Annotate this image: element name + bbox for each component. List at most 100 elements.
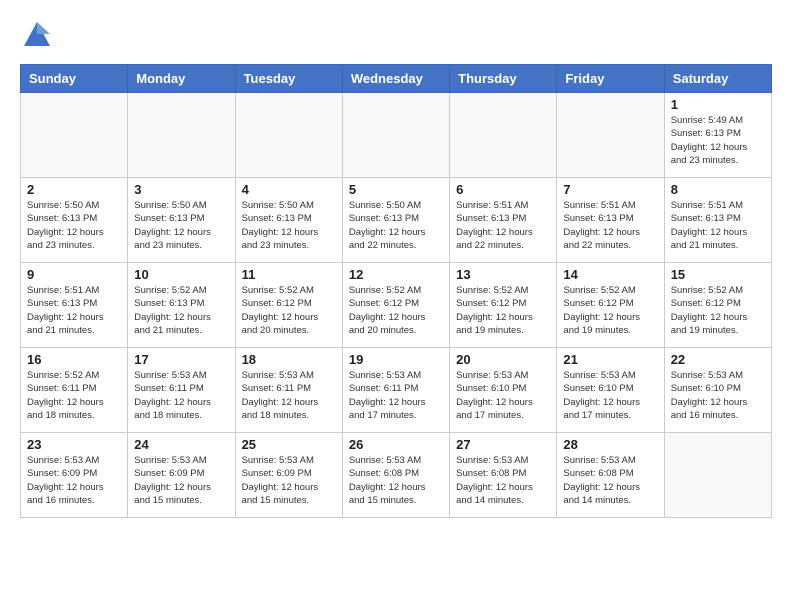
calendar-cell: 9 Sunrise: 5:51 AMSunset: 6:13 PMDaylight… <box>21 263 128 348</box>
week-row-4: 16 Sunrise: 5:52 AMSunset: 6:11 PMDayligh… <box>21 348 772 433</box>
calendar-cell: 6Sunrise: 5:51 AMSunset: 6:13 PMDaylight… <box>450 178 557 263</box>
weekday-header-saturday: Saturday <box>664 65 771 93</box>
day-number: 16 <box>27 352 121 367</box>
calendar-cell: 24 Sunrise: 5:53 AMSunset: 6:09 PMDayligh… <box>128 433 235 518</box>
weekday-header-sunday: Sunday <box>21 65 128 93</box>
day-info: Sunrise: 5:51 AMSunset: 6:13 PMDaylight:… <box>456 199 550 252</box>
weekday-header-tuesday: Tuesday <box>235 65 342 93</box>
calendar-cell: 8 Sunrise: 5:51 AMSunset: 6:13 PMDaylight… <box>664 178 771 263</box>
day-info: Sunrise: 5:52 AMSunset: 6:12 PMDaylight:… <box>563 284 657 337</box>
day-number: 13 <box>456 267 550 282</box>
calendar-cell <box>664 433 771 518</box>
calendar-cell: 26Sunrise: 5:53 AMSunset: 6:08 PMDayligh… <box>342 433 449 518</box>
day-number: 28 <box>563 437 657 452</box>
calendar-cell: 20 Sunrise: 5:53 AMSunset: 6:10 PMDayligh… <box>450 348 557 433</box>
day-info: Sunrise: 5:53 AMSunset: 6:11 PMDaylight:… <box>134 369 228 422</box>
day-number: 18 <box>242 352 336 367</box>
calendar-cell: 5 Sunrise: 5:50 AMSunset: 6:13 PMDaylight… <box>342 178 449 263</box>
calendar-cell: 1 Sunrise: 5:49 AMSunset: 6:13 PMDaylight… <box>664 93 771 178</box>
day-number: 5 <box>349 182 443 197</box>
day-number: 3 <box>134 182 228 197</box>
day-info: Sunrise: 5:52 AMSunset: 6:12 PMDaylight:… <box>242 284 336 337</box>
day-number: 19 <box>349 352 443 367</box>
day-info: Sunrise: 5:50 AMSunset: 6:13 PMDaylight:… <box>242 199 336 252</box>
calendar-cell: 3 Sunrise: 5:50 AMSunset: 6:13 PMDaylight… <box>128 178 235 263</box>
day-number: 27 <box>456 437 550 452</box>
calendar-cell: 27 Sunrise: 5:53 AMSunset: 6:08 PMDayligh… <box>450 433 557 518</box>
calendar-cell: 28 Sunrise: 5:53 AMSunset: 6:08 PMDayligh… <box>557 433 664 518</box>
day-info: Sunrise: 5:51 AMSunset: 6:13 PMDaylight:… <box>671 199 765 252</box>
weekday-header-friday: Friday <box>557 65 664 93</box>
day-info: Sunrise: 5:50 AMSunset: 6:13 PMDaylight:… <box>349 199 443 252</box>
calendar-table: SundayMondayTuesdayWednesdayThursdayFrid… <box>20 64 772 518</box>
day-info: Sunrise: 5:51 AMSunset: 6:13 PMDaylight:… <box>27 284 121 337</box>
calendar-cell: 18 Sunrise: 5:53 AMSunset: 6:11 PMDayligh… <box>235 348 342 433</box>
day-number: 20 <box>456 352 550 367</box>
day-info: Sunrise: 5:53 AMSunset: 6:09 PMDaylight:… <box>242 454 336 507</box>
day-info: Sunrise: 5:53 AMSunset: 6:10 PMDaylight:… <box>563 369 657 422</box>
day-info: Sunrise: 5:52 AMSunset: 6:12 PMDaylight:… <box>349 284 443 337</box>
day-number: 9 <box>27 267 121 282</box>
day-info: Sunrise: 5:53 AMSunset: 6:10 PMDaylight:… <box>671 369 765 422</box>
calendar-cell: 14 Sunrise: 5:52 AMSunset: 6:12 PMDayligh… <box>557 263 664 348</box>
day-number: 24 <box>134 437 228 452</box>
calendar-cell: 10 Sunrise: 5:52 AMSunset: 6:13 PMDayligh… <box>128 263 235 348</box>
day-info: Sunrise: 5:52 AMSunset: 6:13 PMDaylight:… <box>134 284 228 337</box>
day-info: Sunrise: 5:53 AMSunset: 6:10 PMDaylight:… <box>456 369 550 422</box>
calendar-cell <box>128 93 235 178</box>
calendar-cell <box>557 93 664 178</box>
day-info: Sunrise: 5:52 AMSunset: 6:12 PMDaylight:… <box>456 284 550 337</box>
week-row-1: 1 Sunrise: 5:49 AMSunset: 6:13 PMDaylight… <box>21 93 772 178</box>
calendar-cell: 22 Sunrise: 5:53 AMSunset: 6:10 PMDayligh… <box>664 348 771 433</box>
day-info: Sunrise: 5:49 AMSunset: 6:13 PMDaylight:… <box>671 114 765 167</box>
day-info: Sunrise: 5:52 AMSunset: 6:12 PMDaylight:… <box>671 284 765 337</box>
day-info: Sunrise: 5:52 AMSunset: 6:11 PMDaylight:… <box>27 369 121 422</box>
calendar-cell: 2Sunrise: 5:50 AMSunset: 6:13 PMDaylight… <box>21 178 128 263</box>
day-number: 22 <box>671 352 765 367</box>
day-number: 23 <box>27 437 121 452</box>
calendar-cell: 16 Sunrise: 5:52 AMSunset: 6:11 PMDayligh… <box>21 348 128 433</box>
day-number: 14 <box>563 267 657 282</box>
calendar-cell: 17Sunrise: 5:53 AMSunset: 6:11 PMDayligh… <box>128 348 235 433</box>
calendar-cell: 12 Sunrise: 5:52 AMSunset: 6:12 PMDayligh… <box>342 263 449 348</box>
calendar-cell: 13 Sunrise: 5:52 AMSunset: 6:12 PMDayligh… <box>450 263 557 348</box>
day-number: 11 <box>242 267 336 282</box>
day-info: Sunrise: 5:53 AMSunset: 6:11 PMDaylight:… <box>349 369 443 422</box>
week-row-5: 23 Sunrise: 5:53 AMSunset: 6:09 PMDayligh… <box>21 433 772 518</box>
day-number: 8 <box>671 182 765 197</box>
day-number: 12 <box>349 267 443 282</box>
weekday-header-monday: Monday <box>128 65 235 93</box>
day-info: Sunrise: 5:53 AMSunset: 6:08 PMDaylight:… <box>563 454 657 507</box>
day-info: Sunrise: 5:50 AMSunset: 6:13 PMDaylight:… <box>134 199 228 252</box>
day-info: Sunrise: 5:53 AMSunset: 6:11 PMDaylight:… <box>242 369 336 422</box>
logo-icon <box>22 20 52 48</box>
calendar-cell <box>235 93 342 178</box>
calendar-cell <box>450 93 557 178</box>
calendar-cell: 11 Sunrise: 5:52 AMSunset: 6:12 PMDayligh… <box>235 263 342 348</box>
week-row-3: 9 Sunrise: 5:51 AMSunset: 6:13 PMDaylight… <box>21 263 772 348</box>
day-number: 25 <box>242 437 336 452</box>
day-info: Sunrise: 5:53 AMSunset: 6:08 PMDaylight:… <box>349 454 443 507</box>
day-number: 4 <box>242 182 336 197</box>
calendar-cell <box>21 93 128 178</box>
day-number: 1 <box>671 97 765 112</box>
week-row-2: 2Sunrise: 5:50 AMSunset: 6:13 PMDaylight… <box>21 178 772 263</box>
day-number: 10 <box>134 267 228 282</box>
day-number: 21 <box>563 352 657 367</box>
logo <box>20 20 54 54</box>
weekday-header-thursday: Thursday <box>450 65 557 93</box>
day-info: Sunrise: 5:53 AMSunset: 6:08 PMDaylight:… <box>456 454 550 507</box>
calendar-cell: 23 Sunrise: 5:53 AMSunset: 6:09 PMDayligh… <box>21 433 128 518</box>
day-info: Sunrise: 5:51 AMSunset: 6:13 PMDaylight:… <box>563 199 657 252</box>
day-number: 15 <box>671 267 765 282</box>
day-info: Sunrise: 5:53 AMSunset: 6:09 PMDaylight:… <box>134 454 228 507</box>
day-info: Sunrise: 5:50 AMSunset: 6:13 PMDaylight:… <box>27 199 121 252</box>
calendar-cell: 19 Sunrise: 5:53 AMSunset: 6:11 PMDayligh… <box>342 348 449 433</box>
calendar-cell: 7Sunrise: 5:51 AMSunset: 6:13 PMDaylight… <box>557 178 664 263</box>
calendar-cell: 4 Sunrise: 5:50 AMSunset: 6:13 PMDaylight… <box>235 178 342 263</box>
weekday-header-row: SundayMondayTuesdayWednesdayThursdayFrid… <box>21 65 772 93</box>
calendar-cell: 21 Sunrise: 5:53 AMSunset: 6:10 PMDayligh… <box>557 348 664 433</box>
page-header <box>20 20 772 54</box>
weekday-header-wednesday: Wednesday <box>342 65 449 93</box>
day-info: Sunrise: 5:53 AMSunset: 6:09 PMDaylight:… <box>27 454 121 507</box>
